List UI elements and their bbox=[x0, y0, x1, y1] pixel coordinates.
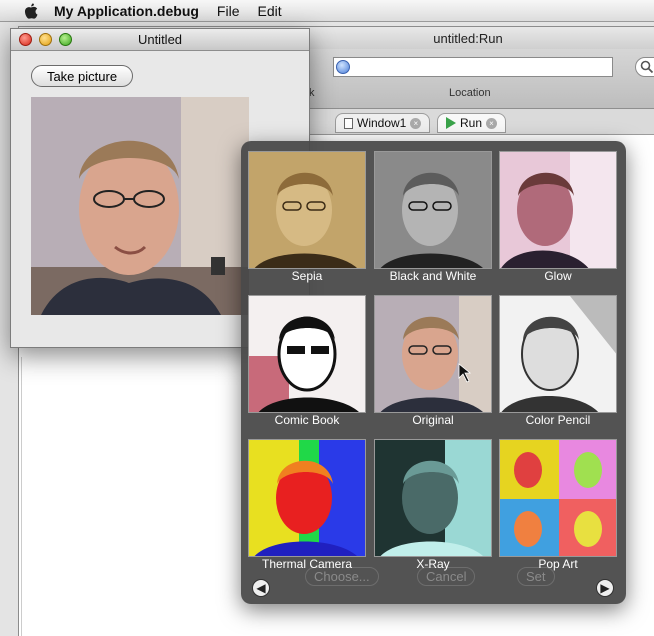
globe-icon bbox=[336, 60, 350, 74]
effect-label: Sepia bbox=[291, 269, 323, 283]
arrow-right-icon[interactable]: ▶ bbox=[596, 579, 614, 597]
effects-popover: Choose... Cancel Set Sepia Black and Whi… bbox=[241, 141, 626, 604]
minimize-window-button[interactable] bbox=[39, 33, 52, 46]
effect-label: Black and White bbox=[389, 269, 477, 283]
search-field[interactable] bbox=[635, 57, 654, 77]
apple-logo-icon[interactable] bbox=[20, 2, 42, 20]
effect-thumbnail bbox=[248, 295, 366, 413]
effect-thermal-camera[interactable]: Thermal Camera bbox=[248, 439, 366, 571]
effect-original[interactable]: Original bbox=[374, 295, 492, 427]
menu-app-name[interactable]: My Application.debug bbox=[54, 3, 199, 19]
effect-color-pencil[interactable]: Color Pencil bbox=[499, 295, 617, 427]
menu-bar: My Application.debug File Edit bbox=[0, 0, 654, 22]
effect-label: Comic Book bbox=[274, 413, 340, 427]
effect-pop-art[interactable]: Pop Art bbox=[499, 439, 617, 571]
effect-label: Pop Art bbox=[538, 557, 578, 571]
untitled-title: Untitled bbox=[137, 32, 183, 47]
effect-label: X-Ray bbox=[416, 557, 450, 571]
effect-sepia[interactable]: Sepia bbox=[248, 151, 366, 283]
menu-file[interactable]: File bbox=[217, 3, 240, 19]
tab-window1-label: Window1 bbox=[357, 116, 407, 130]
sidebar-edge bbox=[21, 357, 27, 636]
close-window-button[interactable] bbox=[19, 33, 32, 46]
untitled-titlebar[interactable]: Untitled bbox=[11, 29, 309, 51]
effect-thumbnail bbox=[248, 151, 366, 269]
tab-window1[interactable]: Window1 × bbox=[335, 113, 431, 133]
effect-thumbnail bbox=[248, 439, 366, 557]
camera-photo bbox=[31, 97, 249, 315]
effect-label: Glow bbox=[544, 269, 572, 283]
effect-thumbnail bbox=[374, 151, 492, 269]
close-tab-icon[interactable]: × bbox=[486, 117, 498, 129]
arrow-left-icon[interactable]: ◀ bbox=[252, 579, 270, 597]
tab-run-label: Run bbox=[460, 116, 483, 130]
window-doc-icon bbox=[344, 117, 353, 129]
zoom-window-button[interactable] bbox=[59, 33, 72, 46]
effect-label: Color Pencil bbox=[525, 413, 591, 427]
effect-label: Thermal Camera bbox=[261, 557, 353, 571]
effect-black-and-white[interactable]: Black and White bbox=[374, 151, 492, 283]
effect-thumbnail bbox=[374, 439, 492, 557]
run-window-title: untitled:Run bbox=[433, 30, 503, 46]
effect-thumbnail bbox=[499, 439, 617, 557]
location-label: Location bbox=[449, 87, 491, 99]
search-icon bbox=[640, 60, 654, 74]
effect-label: Original bbox=[412, 413, 454, 427]
tab-run[interactable]: Run × bbox=[437, 113, 507, 133]
effect-thumbnail bbox=[499, 151, 617, 269]
effect-thumbnail bbox=[499, 295, 617, 413]
play-icon bbox=[446, 117, 456, 129]
effect-thumbnail bbox=[374, 295, 492, 413]
menu-edit[interactable]: Edit bbox=[257, 3, 281, 19]
take-picture-button[interactable]: Take picture bbox=[31, 65, 133, 87]
effect-comic-book[interactable]: Comic Book bbox=[248, 295, 366, 427]
effect-x-ray[interactable]: X-Ray bbox=[374, 439, 492, 571]
effect-glow[interactable]: Glow bbox=[499, 151, 617, 283]
close-tab-icon[interactable]: × bbox=[410, 117, 422, 129]
location-field[interactable] bbox=[333, 57, 613, 77]
